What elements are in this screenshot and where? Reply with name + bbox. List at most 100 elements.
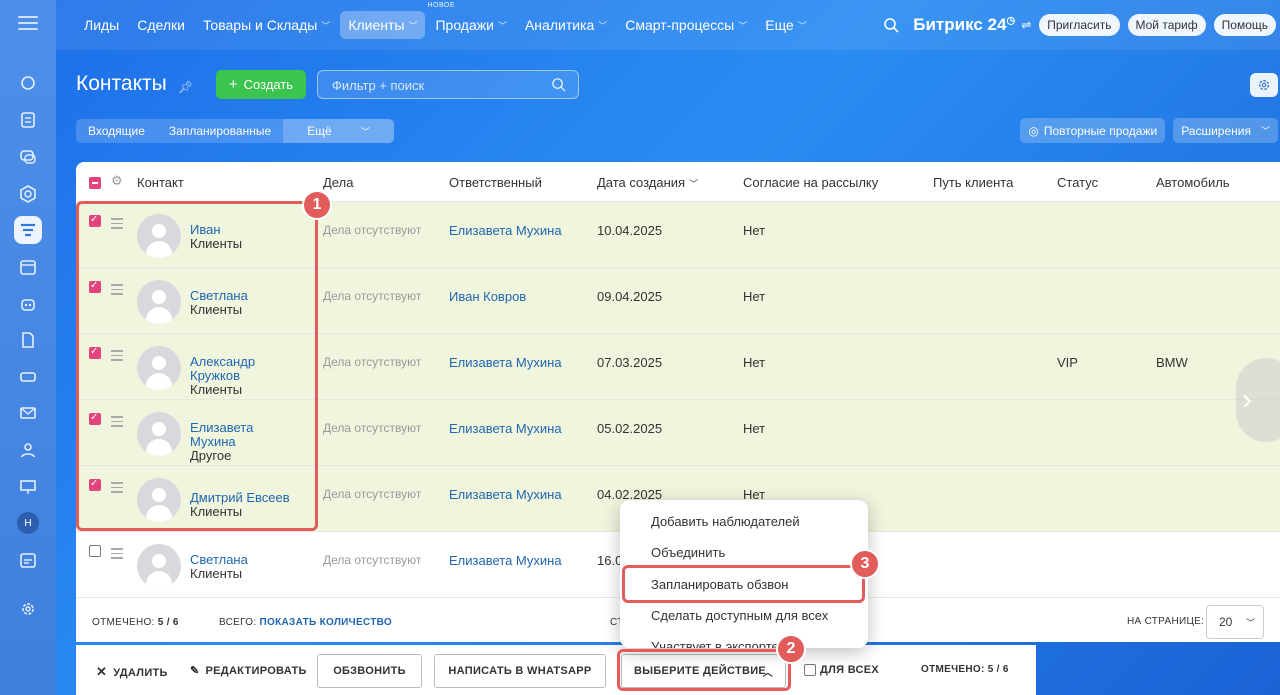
row-checkbox[interactable] bbox=[89, 545, 101, 557]
chevron-down-icon: ﹀ bbox=[1245, 618, 1255, 628]
contact-cell[interactable]: Светлана Клиенты bbox=[190, 553, 310, 581]
sidebar-item-drive[interactable] bbox=[14, 363, 42, 391]
top-right-area: Битрикс 24◷ ⇌ Пригласить Мой тариф Помощ… bbox=[883, 0, 1276, 50]
consent-cell: Нет bbox=[743, 223, 766, 238]
col-owner[interactable]: Ответственный bbox=[449, 175, 542, 190]
tasks-icon bbox=[21, 112, 35, 128]
col-car[interactable]: Автомобиль bbox=[1156, 175, 1230, 190]
sidebar-item-hub[interactable] bbox=[14, 180, 42, 208]
whatsapp-button[interactable]: НАПИСАТЬ В WHATSAPP bbox=[434, 654, 606, 688]
owner-link[interactable]: Елизавета Мухина bbox=[449, 421, 562, 436]
chevron-down-icon: ﹀ bbox=[497, 20, 507, 31]
nav-smart-processes[interactable]: Смарт-процессы ﹀ bbox=[617, 11, 755, 39]
invite-button[interactable]: Пригласить bbox=[1039, 14, 1120, 36]
bottom-marked-count: ОТМЕЧЕНО: 5 / 6 bbox=[921, 664, 1009, 675]
nav-products[interactable]: Товары и Склады ﹀ bbox=[195, 11, 338, 39]
chevron-down-icon: ﹀ bbox=[738, 20, 748, 31]
nav-sales[interactable]: НОВОЕ Продажи ﹀ bbox=[427, 2, 514, 39]
owner-link[interactable]: Елизавета Мухина bbox=[449, 553, 562, 568]
sidebar-item-mail[interactable] bbox=[14, 399, 42, 427]
help-button[interactable]: Помощь bbox=[1213, 14, 1276, 36]
total-count: ВСЕГО: ПОКАЗАТЬ КОЛИЧЕСТВО bbox=[219, 617, 392, 628]
contact-name[interactable]: Светлана bbox=[190, 552, 248, 567]
scroll-right-arrow-icon[interactable]: › bbox=[1236, 358, 1280, 442]
col-status[interactable]: Статус bbox=[1057, 175, 1098, 190]
for-all-checkbox[interactable] bbox=[804, 664, 816, 676]
bitrix-logo: Битрикс 24◷ bbox=[913, 15, 1015, 35]
settings-gear-button[interactable] bbox=[1250, 73, 1278, 97]
column-settings-icon[interactable]: ⚙︎ bbox=[111, 173, 123, 189]
table-header: ⚙︎ Контакт Дела Ответственный Дата созда… bbox=[76, 162, 1280, 202]
create-button[interactable]: + Создать bbox=[216, 70, 306, 99]
status-cell: VIP bbox=[1057, 355, 1078, 370]
owner-link[interactable]: Елизавета Мухина bbox=[449, 223, 562, 238]
owner-link[interactable]: Елизавета Мухина bbox=[449, 487, 562, 502]
nav-analytics[interactable]: Аналитика ﹀ bbox=[517, 11, 615, 39]
filter-more-label: Ещё bbox=[307, 124, 332, 138]
delete-label: УДАЛИТЬ bbox=[113, 667, 168, 679]
action-add-observers[interactable]: Добавить наблюдателей bbox=[651, 514, 800, 529]
owner-link[interactable]: Елизавета Мухина bbox=[449, 355, 562, 370]
action-export[interactable]: Участвует в экспорте bbox=[651, 639, 779, 648]
nav-deals[interactable]: Сделки bbox=[129, 11, 193, 39]
hexagon-icon bbox=[20, 185, 36, 203]
per-page-value: 20 bbox=[1219, 615, 1233, 629]
search-input[interactable]: Фильтр + поиск bbox=[317, 70, 579, 99]
sidebar-item-presentation[interactable] bbox=[14, 473, 42, 501]
people-icon bbox=[21, 443, 35, 458]
top-navigation: Лиды Сделки Товары и Склады ﹀ Клиенты ﹀ НО… bbox=[56, 0, 1280, 50]
chevron-down-icon: ﹀ bbox=[1260, 126, 1270, 136]
sidebar-item-tasks[interactable] bbox=[14, 106, 42, 134]
col-journey[interactable]: Путь клиента bbox=[933, 175, 1013, 190]
sidebar-item-crm[interactable] bbox=[14, 216, 42, 244]
edit-label: РЕДАКТИРОВАТЬ bbox=[205, 665, 307, 677]
left-sidebar: Н bbox=[0, 0, 56, 695]
sidebar-item-planner[interactable] bbox=[14, 546, 42, 574]
filter-incoming[interactable]: Входящие bbox=[76, 124, 157, 138]
col-contact[interactable]: Контакт bbox=[137, 175, 184, 190]
nav-clients[interactable]: Клиенты ﹀ bbox=[340, 11, 426, 39]
col-consent[interactable]: Согласие на рассылку bbox=[743, 175, 878, 190]
drag-handle-icon[interactable] bbox=[111, 548, 123, 562]
col-created-label: Дата создания bbox=[597, 175, 686, 190]
marked-count: ОТМЕЧЕНО: 5 / 6 bbox=[92, 617, 179, 628]
sidebar-item-feed[interactable] bbox=[14, 69, 42, 97]
delete-button[interactable]: ✕ УДАЛИТЬ bbox=[96, 664, 168, 680]
filter-more[interactable]: Ещё ﹀ bbox=[283, 119, 394, 143]
sidebar-item-contacts[interactable] bbox=[14, 436, 42, 464]
search-icon[interactable] bbox=[883, 17, 899, 33]
sidebar-item-calendar[interactable] bbox=[14, 253, 42, 281]
sidebar-item-settings[interactable] bbox=[14, 595, 42, 623]
contact-type: Клиенты bbox=[190, 566, 243, 581]
action-make-public[interactable]: Сделать доступным для всех bbox=[651, 608, 828, 623]
pin-icon[interactable]: 📌︎ bbox=[178, 80, 193, 94]
hamburger-menu-icon[interactable] bbox=[18, 16, 38, 32]
sidebar-item-chat[interactable] bbox=[14, 143, 42, 171]
nav-more[interactable]: Еще ﹀ bbox=[757, 11, 815, 39]
page-title: Контакты bbox=[76, 72, 167, 95]
sidebar-item-docs[interactable] bbox=[14, 326, 42, 354]
chevron-down-icon: ﹀ bbox=[797, 20, 807, 31]
tariff-button[interactable]: Мой тариф bbox=[1127, 14, 1206, 36]
filter-planned[interactable]: Запланированные bbox=[157, 124, 283, 138]
col-deals[interactable]: Дела bbox=[323, 175, 353, 190]
action-merge[interactable]: Объединить bbox=[651, 545, 725, 560]
sidebar-item-robot[interactable] bbox=[14, 290, 42, 318]
filter-presets: Входящие Запланированные Ещё ﹀ bbox=[76, 119, 394, 143]
show-count-link[interactable]: ПОКАЗАТЬ КОЛИЧЕСТВО bbox=[260, 617, 392, 628]
nav-clients-label: Клиенты bbox=[348, 17, 405, 33]
col-created[interactable]: Дата создания ﹀ bbox=[597, 175, 698, 190]
nav-leads[interactable]: Лиды bbox=[76, 11, 127, 39]
toggle-icon[interactable]: ⇌ bbox=[1021, 18, 1031, 32]
select-all-checkbox[interactable] bbox=[89, 177, 101, 189]
for-all-toggle[interactable]: ДЛЯ ВСЕХ bbox=[804, 664, 879, 676]
bottom-marked-value: 5 / 6 bbox=[987, 664, 1009, 675]
owner-link[interactable]: Иван Ковров bbox=[449, 289, 526, 304]
user-avatar[interactable]: Н bbox=[17, 512, 39, 534]
repeat-sales-button[interactable]: ◎ Повторные продажи bbox=[1020, 118, 1166, 143]
per-page-select[interactable]: 20 ﹀ bbox=[1206, 605, 1264, 639]
edit-button[interactable]: ✎ РЕДАКТИРОВАТЬ bbox=[190, 664, 307, 677]
for-all-label: ДЛЯ ВСЕХ bbox=[820, 664, 880, 676]
call-button[interactable]: ОБЗВОНИТЬ bbox=[317, 654, 422, 688]
extensions-button[interactable]: Расширения ﹀ bbox=[1173, 118, 1278, 143]
